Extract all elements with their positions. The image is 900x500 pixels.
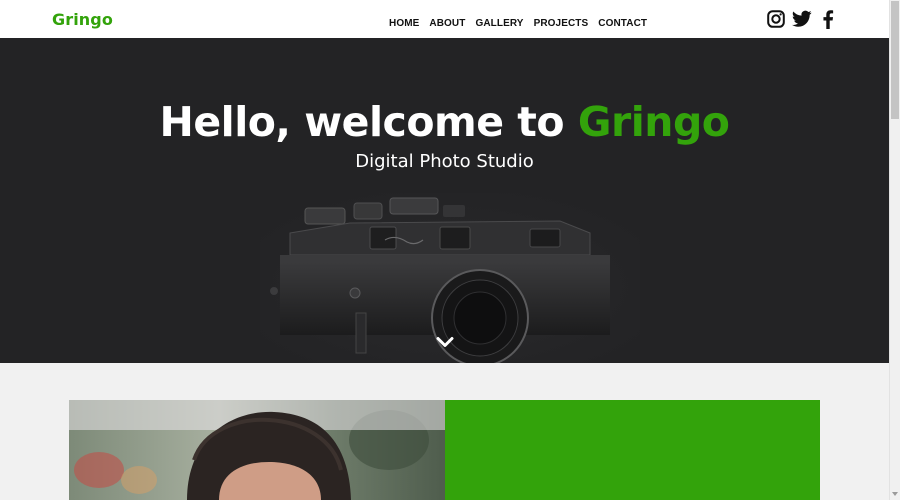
hero-title-main: Hello, welcome to [159, 98, 578, 146]
nav-item-gallery: GALLERY [475, 13, 523, 31]
nav-item-about: ABOUT [429, 13, 465, 31]
nav-menu: HOME ABOUT GALLERY PROJECTS CONTACT [389, 13, 647, 31]
nav-link-home[interactable]: HOME [389, 18, 419, 29]
top-navbar: Gringo HOME ABOUT GALLERY PROJECTS CONTA… [0, 0, 889, 38]
nav-link-contact[interactable]: CONTACT [598, 18, 647, 29]
scroll-down-arrow-icon[interactable] [891, 490, 899, 498]
nav-link-about[interactable]: ABOUT [429, 18, 465, 29]
green-panel [445, 400, 820, 500]
page: Gringo HOME ABOUT GALLERY PROJECTS CONTA… [0, 0, 900, 500]
brand-logo[interactable]: Gringo [52, 10, 113, 29]
instagram-icon[interactable] [766, 9, 786, 29]
facebook-icon[interactable] [818, 9, 838, 29]
nav-link-projects[interactable]: PROJECTS [534, 18, 589, 29]
nav-link-gallery[interactable]: GALLERY [475, 18, 523, 29]
chevron-down-icon[interactable] [436, 336, 454, 350]
nav-item-contact: CONTACT [598, 13, 647, 31]
scrollbar-thumb[interactable] [891, 1, 899, 119]
hero-subtitle: Digital Photo Studio [355, 151, 534, 172]
vertical-scrollbar[interactable] [889, 0, 900, 500]
hero-section: Hello, welcome to Gringo Digital Photo S… [0, 38, 889, 363]
hero-title-accent: Gringo [577, 98, 730, 146]
twitter-icon[interactable] [792, 9, 812, 29]
social-links [766, 9, 838, 29]
nav-item-home: HOME [389, 13, 419, 31]
content-section [0, 363, 889, 500]
hero-title: Hello, welcome to Gringo [0, 98, 889, 146]
portrait-photo [69, 400, 445, 500]
nav-item-projects: PROJECTS [534, 13, 589, 31]
